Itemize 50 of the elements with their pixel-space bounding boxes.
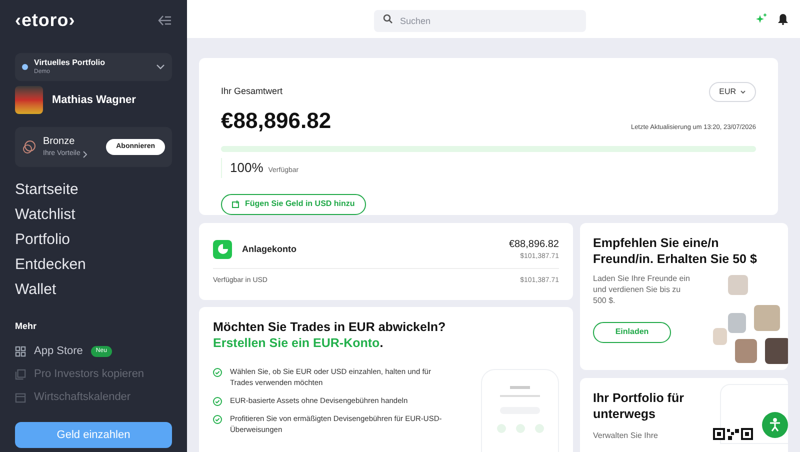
user-name: Mathias Wagner	[52, 92, 136, 108]
currency-dropdown[interactable]: EUR	[709, 82, 756, 102]
search-field[interactable]: Suchen	[374, 10, 586, 32]
tier-icon	[22, 140, 36, 154]
nav-item[interactable]: Startseite	[15, 177, 172, 202]
referral-text: Laden Sie Ihre Freunde ein und verdienen Sie bis zu 500 $.	[593, 272, 691, 306]
punctuation: .	[380, 336, 384, 350]
nav-item[interactable]: Watchlist	[15, 202, 172, 227]
bell-icon[interactable]	[778, 14, 788, 24]
wallet-icon	[232, 200, 240, 208]
photo-placeholder	[765, 338, 788, 364]
account-value: €88,896.82	[508, 238, 559, 252]
nav-item[interactable]: Entdecken	[15, 252, 172, 277]
menu-label: App Store	[34, 344, 83, 359]
nav-item[interactable]: Wallet	[15, 277, 172, 302]
check-circle-icon	[213, 414, 222, 424]
check-circle-icon	[213, 396, 222, 406]
search-icon	[383, 14, 393, 24]
promo-title: Möchten Sie Trades in EUR abwickeln?	[213, 318, 447, 334]
check-circle-icon	[213, 368, 222, 376]
copy-icon	[15, 368, 26, 380]
referral-title: Empfehlen Sie eine/n Freund/in. Erhalten Sie 50 $	[593, 234, 758, 266]
avatar[interactable]	[15, 86, 43, 114]
percent-value: 100%	[230, 159, 264, 177]
section-heading: Mehr	[15, 320, 38, 333]
photo-placeholder	[728, 274, 748, 294]
nav-item[interactable]: Portfolio	[15, 227, 172, 252]
account-name: Anlagekonto	[242, 242, 297, 256]
photo-placeholder	[728, 312, 746, 332]
chevron-right-icon	[83, 151, 88, 158]
card-title: Ihr Gesamtwert	[221, 85, 283, 98]
chevron-down-icon	[740, 90, 746, 94]
photo-placeholder	[754, 304, 780, 330]
menu-label: Pro Investors kopieren	[34, 366, 144, 382]
photo-placeholder	[735, 338, 757, 362]
menu-label: Wirtschaftskalender	[34, 390, 131, 405]
pie-chart-icon	[213, 240, 232, 259]
collapse-icon[interactable]	[158, 14, 172, 26]
chevron-down-icon	[156, 64, 165, 70]
mobile-title: Ihr Portfolio für unterwegs	[593, 390, 685, 422]
mobile-text: Verwalten Sie Ihre	[593, 430, 659, 442]
accessibility-icon	[768, 418, 782, 432]
calendar-icon	[15, 392, 26, 402]
grid-icon	[15, 346, 26, 356]
qr-code-icon[interactable]	[713, 428, 753, 440]
photo-placeholder	[713, 328, 727, 344]
tier-name: Bronze	[43, 135, 76, 150]
total-value: €88,896.82	[221, 107, 332, 135]
portfolio-name: Virtuelles Portfolio	[34, 59, 106, 67]
logo[interactable]: ‹etoro›	[15, 6, 76, 34]
